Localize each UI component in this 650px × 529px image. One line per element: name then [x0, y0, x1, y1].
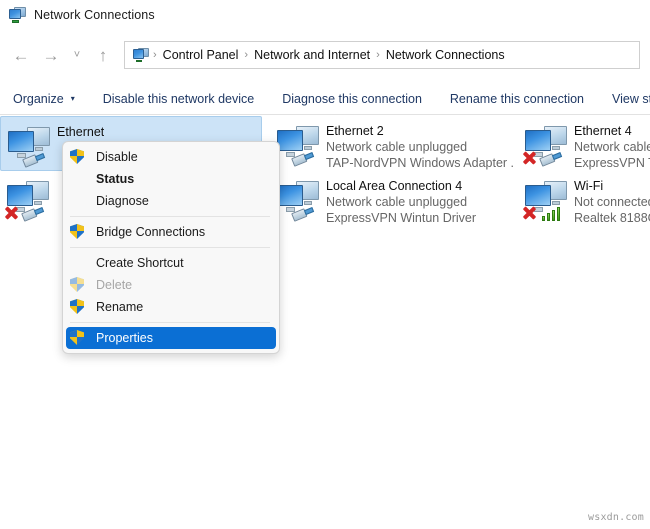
connections-column-2: Ethernet 2 Network cable unplugged TAP-N… — [270, 116, 514, 226]
connection-item-wi-fi[interactable]: Wi-Fi Not connected Realtek 8188GU — [518, 171, 650, 226]
command-toolbar: Organize ▾ Disable this network device D… — [0, 84, 650, 115]
connection-device: ExpressVPN TA — [574, 155, 650, 171]
chevron-down-icon: ▾ — [71, 95, 75, 103]
connection-name: Ethernet — [57, 124, 104, 140]
shield-icon — [70, 277, 86, 293]
disconnected-x-icon — [521, 150, 537, 166]
menu-item-create-shortcut[interactable]: Create Shortcut — [66, 252, 276, 274]
shield-icon — [70, 330, 86, 346]
menu-item-diagnose[interactable]: Diagnose — [66, 190, 276, 212]
menu-item-properties[interactable]: Properties — [66, 327, 276, 349]
menu-item-label: Rename — [96, 301, 143, 314]
blank-icon — [70, 255, 86, 271]
connection-item-ethernet-4[interactable]: Ethernet 4 Network cable ExpressVPN TA — [518, 116, 650, 171]
signal-bars-icon — [542, 206, 562, 221]
shield-icon — [70, 149, 86, 165]
blank-icon — [70, 193, 86, 209]
connection-status: Network cable unplugged — [326, 194, 476, 210]
rename-connection-button[interactable]: Rename this connection — [436, 84, 598, 114]
shield-icon — [70, 224, 86, 240]
view-status-button[interactable]: View statu — [598, 84, 650, 114]
wifi-adapter-icon — [518, 176, 574, 224]
menu-item-label: Create Shortcut — [96, 257, 184, 270]
ethernet-adapter-icon — [1, 122, 57, 170]
navigation-bar: ← → ˅ ↑ › Control Panel › Network and In… — [0, 30, 650, 80]
breadcrumb-separator: › — [151, 49, 159, 61]
organize-button[interactable]: Organize ▾ — [0, 84, 89, 114]
breadcrumb-network-connections[interactable]: Network Connections — [382, 46, 509, 64]
chevron-down-icon[interactable]: ˅ — [66, 40, 88, 70]
connections-column-3: Ethernet 4 Network cable ExpressVPN TA W… — [518, 116, 650, 226]
back-icon[interactable]: ← — [6, 40, 36, 70]
breadcrumb-separator: › — [242, 49, 250, 61]
window-title: Network Connections — [34, 8, 155, 22]
ethernet-adapter-icon — [518, 121, 574, 169]
watermark: wsxdn.com — [588, 512, 644, 523]
menu-item-bridge-connections[interactable]: Bridge Connections — [66, 221, 276, 243]
menu-item-label: Disable — [96, 151, 138, 164]
connection-name: Ethernet 4 — [574, 123, 650, 139]
connection-name: Local Area Connection 4 — [326, 178, 476, 194]
connection-device: Realtek 8188GU — [574, 210, 650, 226]
breadcrumb-control-panel[interactable]: Control Panel — [159, 46, 243, 64]
menu-item-status[interactable]: Status — [66, 168, 276, 190]
menu-item-label: Delete — [96, 279, 132, 292]
menu-item-label: Properties — [96, 332, 153, 345]
shield-icon — [70, 299, 86, 315]
menu-item-label: Bridge Connections — [96, 226, 205, 239]
disable-network-device-button[interactable]: Disable this network device — [89, 84, 268, 114]
connection-status: Network cable unplugged — [326, 139, 514, 155]
connection-status: Network cable — [574, 139, 650, 155]
network-connections-icon — [9, 7, 26, 24]
context-menu: Disable Status Diagnose Bridge Connectio… — [62, 141, 280, 354]
menu-item-label: Diagnose — [96, 195, 149, 208]
connection-status: Not connected — [574, 194, 650, 210]
breadcrumb-separator: › — [374, 49, 382, 61]
address-network-connections-icon — [133, 47, 149, 63]
address-bar[interactable]: › Control Panel › Network and Internet ›… — [124, 41, 640, 69]
blank-icon — [70, 171, 86, 187]
disconnected-x-icon — [521, 205, 537, 221]
up-icon[interactable]: ↑ — [88, 40, 118, 70]
menu-separator — [70, 322, 270, 323]
menu-separator — [70, 216, 270, 217]
breadcrumb-network-and-internet[interactable]: Network and Internet — [250, 46, 374, 64]
connection-item-local-area-connection-4[interactable]: Local Area Connection 4 Network cable un… — [270, 171, 514, 226]
connection-name: Ethernet 2 — [326, 123, 514, 139]
organize-label: Organize — [13, 92, 64, 106]
connection-name: Wi-Fi — [574, 178, 650, 194]
connection-device: TAP-NordVPN Windows Adapter ... — [326, 155, 514, 171]
connection-device: ExpressVPN Wintun Driver — [326, 210, 476, 226]
menu-item-disable[interactable]: Disable — [66, 146, 276, 168]
forward-icon[interactable]: → — [36, 40, 66, 70]
connection-item-ethernet-2[interactable]: Ethernet 2 Network cable unplugged TAP-N… — [270, 116, 514, 171]
diagnose-connection-button[interactable]: Diagnose this connection — [268, 84, 436, 114]
menu-item-rename[interactable]: Rename — [66, 296, 276, 318]
ethernet-adapter-icon — [0, 176, 56, 224]
window-titlebar: Network Connections — [0, 0, 650, 30]
menu-separator — [70, 247, 270, 248]
menu-item-label: Status — [96, 173, 134, 186]
disconnected-x-icon — [3, 205, 19, 221]
menu-item-delete: Delete — [66, 274, 276, 296]
